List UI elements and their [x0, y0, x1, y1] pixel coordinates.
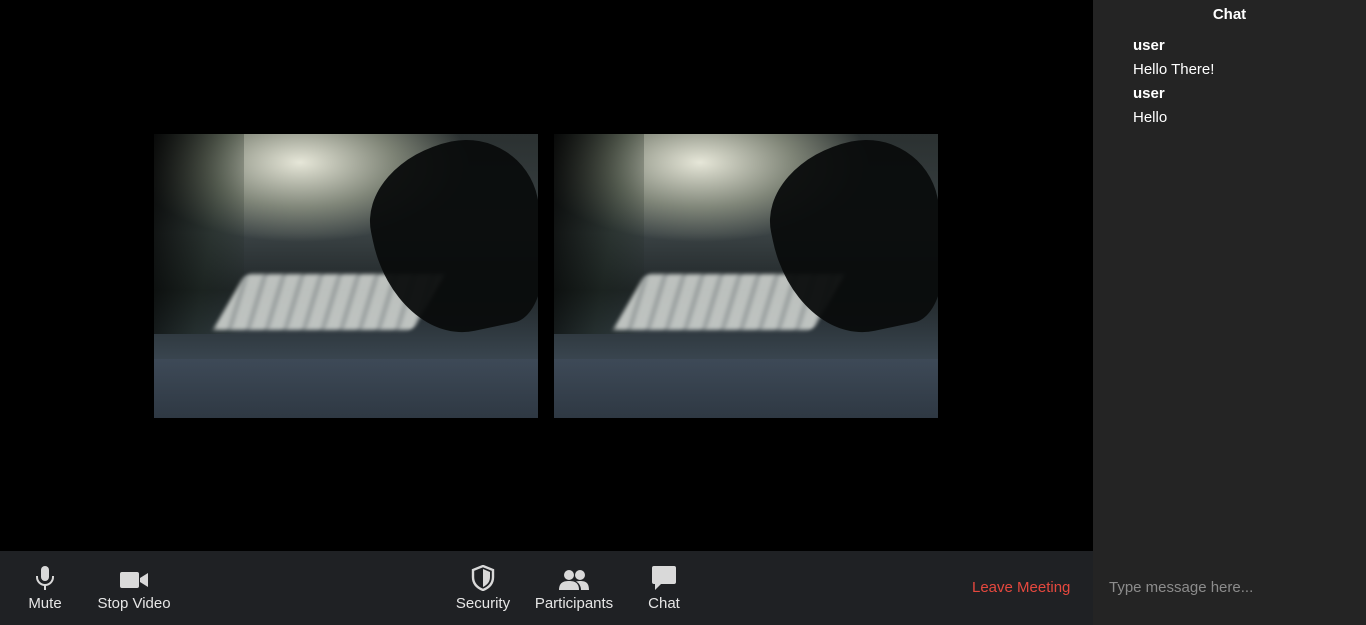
video-tile[interactable] — [154, 134, 538, 418]
mute-button[interactable]: Mute — [20, 561, 70, 621]
message-sender: user — [1133, 85, 1165, 102]
meeting-toolbar: Mute Stop Video Security Participants Ch… — [0, 551, 1093, 625]
chat-button[interactable]: Chat — [639, 561, 689, 621]
video-stage — [0, 0, 1093, 551]
mute-label: Mute — [28, 595, 62, 612]
stop-video-button[interactable]: Stop Video — [90, 561, 178, 621]
chat-messages: user Hello There! user Hello — [1133, 36, 1353, 132]
message-text: Hello — [1133, 109, 1168, 126]
video-tile[interactable] — [554, 134, 938, 418]
chat-message-input[interactable] — [1101, 570, 1366, 604]
chat-title: Chat — [1212, 6, 1247, 23]
microphone-icon — [34, 561, 56, 591]
stop-video-label: Stop Video — [97, 595, 171, 612]
chat-message: user Hello — [1133, 84, 1353, 128]
chat-panel: Chat user Hello There! user Hello — [1093, 0, 1366, 625]
video-camera-icon — [119, 561, 149, 591]
message-text: Hello There! — [1133, 61, 1215, 78]
leave-meeting-button[interactable]: Leave Meeting — [972, 579, 1070, 596]
chat-bubble-icon — [651, 561, 677, 591]
security-label: Security — [455, 595, 511, 612]
participants-icon — [558, 561, 590, 591]
security-button[interactable]: Security — [450, 561, 516, 621]
participants-label: Participants — [534, 595, 614, 612]
chat-message: user Hello There! — [1133, 36, 1353, 80]
message-sender: user — [1133, 37, 1165, 54]
participants-button[interactable]: Participants — [530, 561, 618, 621]
chat-label: Chat — [648, 595, 680, 612]
shield-icon — [471, 561, 495, 591]
